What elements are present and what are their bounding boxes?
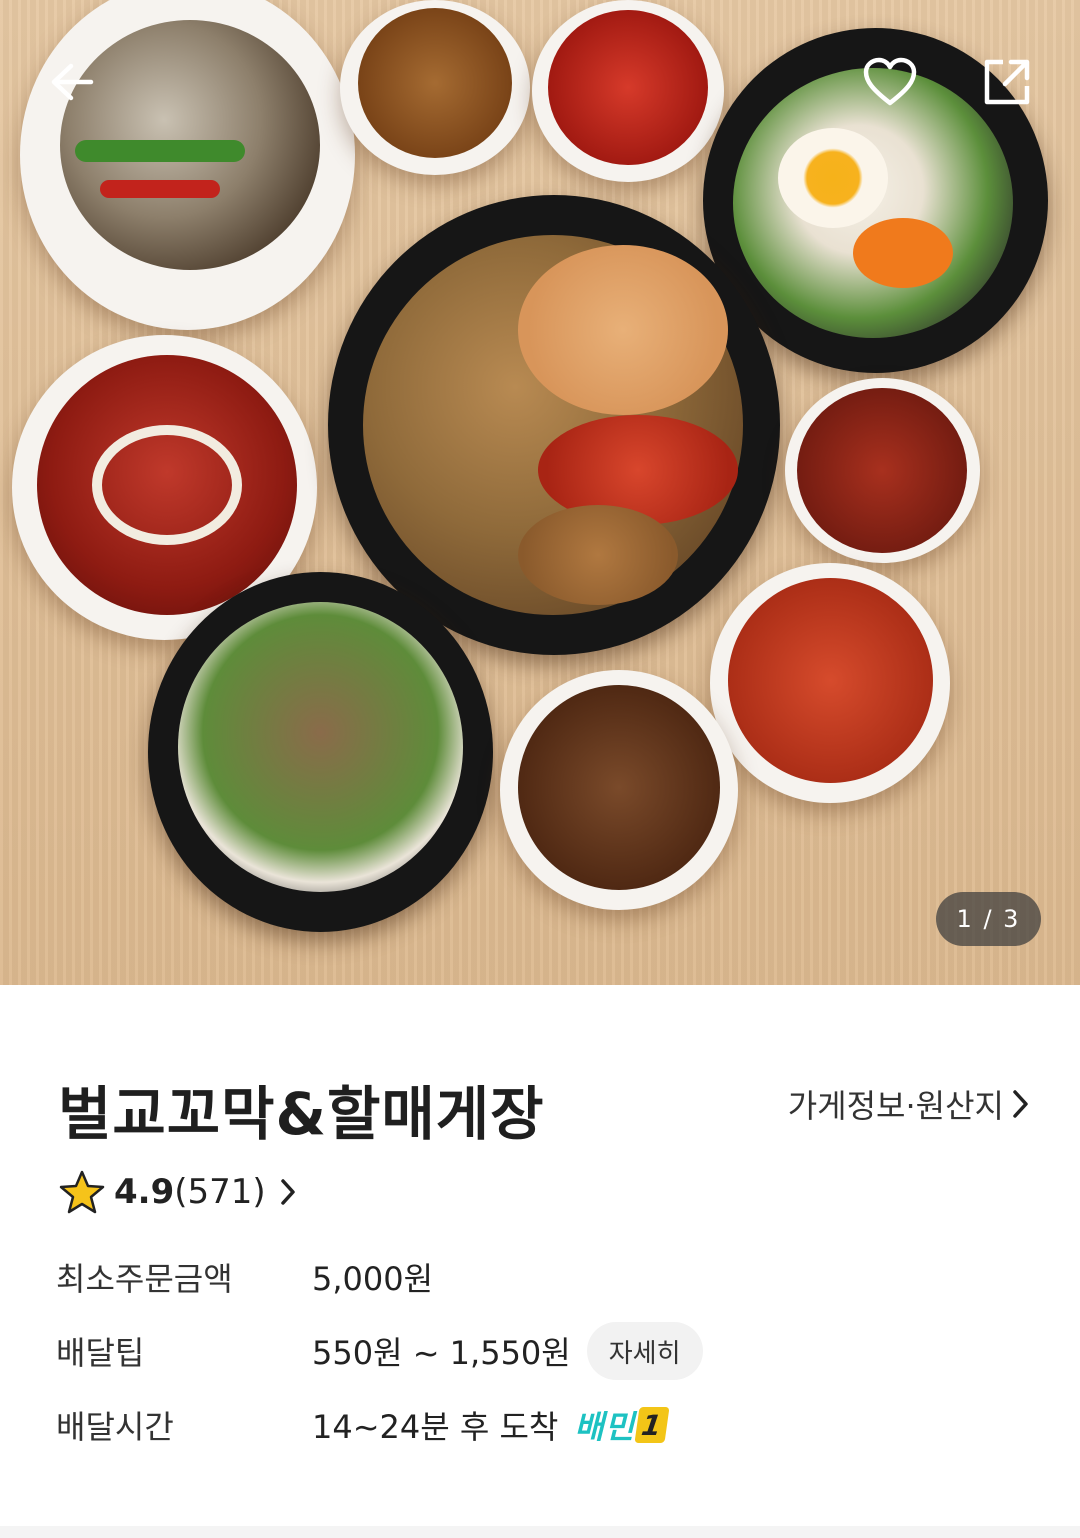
store-name: 벌교꼬막&할매게장 [58,1080,545,1148]
delivery-time-label: 배달시간 [56,1408,174,1446]
store-info-section: 벌교꼬막&할매게장 가게정보·원산지 4.9 (571) 최소주문금액 5,00… [0,985,1080,1538]
store-info-link-label: 가게정보·원산지 [787,1087,1004,1125]
seasoning-sauce-dish [785,378,980,563]
cockle-bibimbap-bowl [148,572,493,932]
share-button[interactable] [975,50,1039,114]
heart-icon [863,57,917,106]
rating-score: 4.9 [114,1172,175,1212]
rating-summary[interactable]: 4.9 (571) [58,1167,296,1217]
star-icon [59,1170,105,1214]
review-count: (571) [174,1172,266,1212]
delivery-tip-label: 배달팁 [56,1334,145,1372]
delivery-tip-row: 배달팁 550원 ~ 1,550원 자세히 [56,1321,703,1381]
share-icon [984,59,1030,105]
spicy-shrimp-dish [710,563,950,803]
delivery-tip-value: 550원 ~ 1,550원 [312,1334,571,1372]
main-platter [328,195,780,655]
min-order-row: 최소주문금액 5,000원 [56,1247,433,1307]
min-order-value: 5,000원 [312,1260,434,1298]
min-order-label: 최소주문금액 [56,1260,233,1298]
baemin-badge-number: 1 [634,1407,670,1443]
baemin-badge-text: 배민 [574,1408,636,1446]
section-divider [0,1526,1080,1538]
chevron-right-icon [1013,1090,1028,1118]
store-photo-carousel[interactable]: 1 / 3 [0,0,1080,985]
back-button[interactable] [40,50,104,114]
soy-shrimp-dish [500,670,738,910]
favorite-button[interactable] [858,50,922,114]
delivery-tip-detail-button[interactable]: 자세히 [586,1322,703,1380]
sauce-dish-brown [340,0,530,175]
baemin-one-badge: 배민 1 [574,1402,670,1448]
delivery-time-row: 배달시간 14~24분 후 도착 배민 1 [56,1395,670,1455]
chevron-right-icon [280,1179,295,1205]
spicy-squid-dish [532,0,724,182]
store-info-origin-link[interactable]: 가게정보·원산지 [788,1081,1030,1127]
back-arrow-icon [51,63,94,101]
delivery-time-value: 14~24분 후 도착 [312,1408,559,1446]
photo-page-indicator: 1 / 3 [936,892,1041,946]
